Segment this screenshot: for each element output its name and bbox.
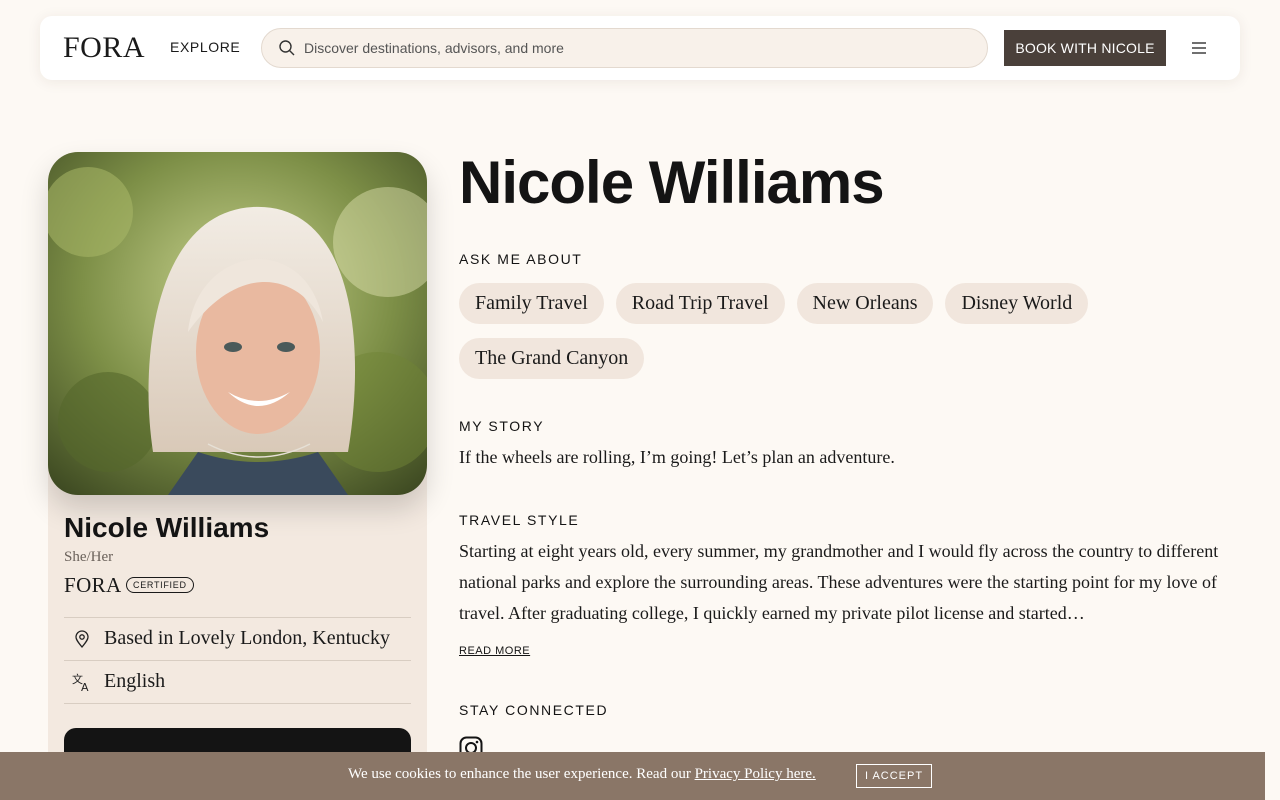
profile-name: Nicole Williams [64,512,270,543]
book-with-nicole-button[interactable]: BOOK WITH NICOLE [1004,30,1166,66]
story-text: If the wheels are rolling, I’m going! Le… [459,447,895,467]
map-pin-icon [75,630,89,649]
topic-chip[interactable]: New Orleans [796,283,934,324]
cookie-message: We use cookies to enhance the user exper… [348,766,816,783]
fora-brand-logo: FORA [64,573,122,597]
language-row: 文 A English [64,660,411,703]
read-more-link[interactable]: READ MORE [459,645,530,657]
search-input[interactable] [304,29,974,67]
hamburger-menu-icon[interactable] [1190,40,1208,56]
profile-card: Nicole Williams She/Her FORA CERTIFIED B… [48,152,427,800]
topic-chips: Family Travel Road Trip Travel New Orlea… [459,283,1219,379]
location-row: Based in Lovely London, Kentucky [64,617,411,660]
explore-link[interactable]: EXPLORE [170,39,240,55]
profile-photo [48,152,427,495]
search-icon [279,40,295,56]
search-bar[interactable] [261,28,988,68]
my-story-label: MY STORY [459,418,545,434]
accept-cookies-button[interactable]: I ACCEPT [856,764,932,788]
privacy-policy-link[interactable]: Privacy Policy here. [695,766,816,782]
topic-chip[interactable]: Disney World [945,283,1089,324]
site-header: FORA EXPLORE BOOK WITH NICOLE [40,16,1240,80]
travel-style-label: TRAVEL STYLE [459,512,580,528]
topic-chip[interactable]: Road Trip Travel [615,283,785,324]
divider [64,703,411,704]
travel-style-text: Starting at eight years old, every summe… [459,541,1219,623]
fora-logo[interactable]: FORA [63,33,145,63]
cookie-banner: We use cookies to enhance the user exper… [0,752,1265,800]
cookie-text: We use cookies to enhance the user exper… [348,766,691,782]
ask-me-about-label: ASK ME ABOUT [459,251,583,267]
translate-icon: 文 A [72,672,89,692]
certified-badge: CERTIFIED [126,577,194,593]
svg-text:A: A [81,681,89,692]
stay-connected-label: STAY CONNECTED [459,702,609,718]
location-text: Based in Lovely London, Kentucky [104,627,391,649]
page-title: Nicole Williams [459,149,885,216]
profile-pronouns: She/Her [64,549,114,565]
topic-chip[interactable]: The Grand Canyon [459,338,645,379]
topic-chip[interactable]: Family Travel [459,283,604,324]
language-text: English [104,670,166,692]
